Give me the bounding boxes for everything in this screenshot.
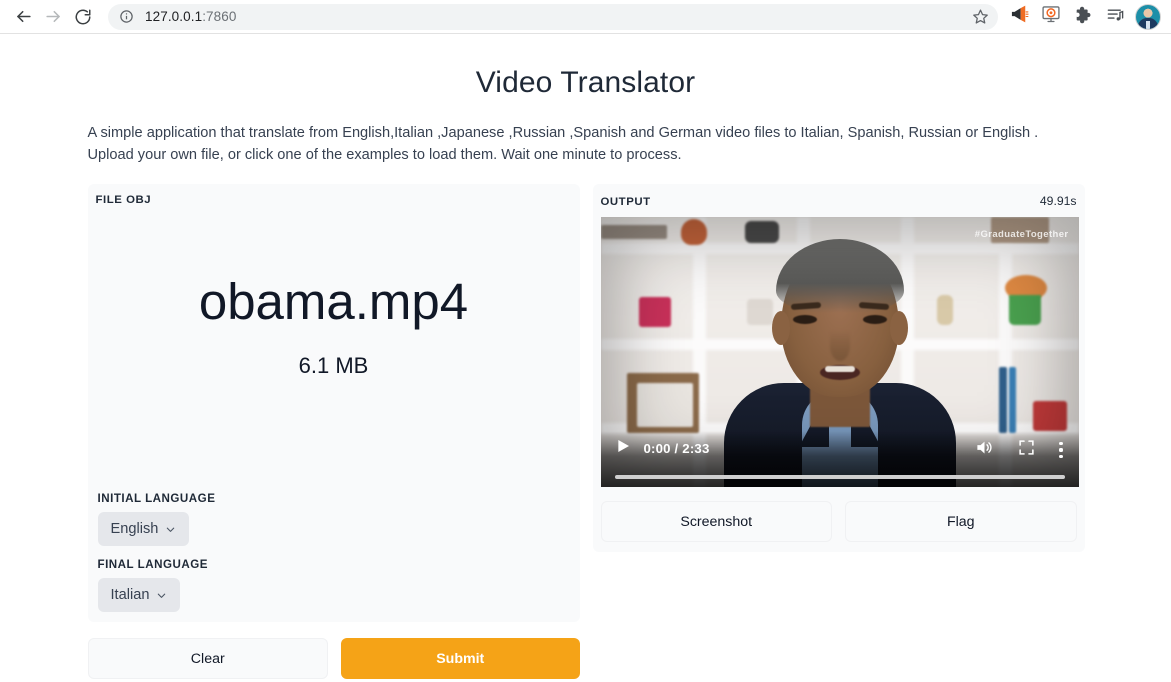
fullscreen-icon[interactable]: [1018, 439, 1035, 461]
address-bar[interactable]: 127.0.0.1:7860: [108, 3, 998, 30]
final-language-dropdown[interactable]: Italian: [97, 578, 181, 612]
back-arrow-icon: [14, 7, 33, 26]
megaphone-icon: [1009, 4, 1029, 29]
output-video-player[interactable]: #GraduateTogether 0:00 / 2:33: [600, 217, 1079, 487]
initial-language-value: English: [110, 521, 159, 537]
initial-language-label: INITIAL LANGUAGE: [97, 492, 216, 505]
app-container: Video Translator A simple application th…: [87, 66, 1085, 679]
reading-list-icon: [1106, 5, 1125, 29]
page-description: A simple application that translate from…: [87, 125, 1039, 163]
video-controls-bar: 0:00 / 2:33: [600, 431, 1079, 487]
profile-avatar[interactable]: [1135, 3, 1161, 30]
final-language-label: FINAL LANGUAGE: [97, 558, 208, 571]
reload-button[interactable]: [68, 2, 98, 32]
url-host: 127.0.0.1: [145, 9, 203, 24]
reload-icon: [74, 8, 92, 26]
site-info-icon[interactable]: [119, 9, 134, 24]
file-size: 6.1 MB: [298, 353, 369, 379]
video-controls-right: [975, 438, 1064, 462]
input-column: FILE OBJ obama.mp4 6.1 MB INITIAL LANGUA…: [87, 184, 580, 679]
chevron-down-icon: [165, 524, 176, 535]
output-panel: OUTPUT 49.91s #GraduateTogether 0:00 / 2…: [592, 184, 1085, 552]
output-button-row: Screenshot Flag: [600, 501, 1077, 542]
back-button[interactable]: [8, 2, 38, 32]
video-watermark: #GraduateTogether: [974, 229, 1069, 240]
flag-button[interactable]: Flag: [845, 501, 1077, 542]
file-panel-label: FILE OBJ: [95, 194, 152, 206]
extensions-button[interactable]: [1068, 2, 1098, 32]
video-seek-bar[interactable]: [614, 475, 1065, 479]
reading-list-button[interactable]: [1100, 2, 1130, 32]
submit-button[interactable]: Submit: [341, 638, 580, 679]
bookmark-star-icon[interactable]: [968, 5, 992, 29]
output-panel-label: OUTPUT: [600, 196, 651, 208]
browser-toolbar: 127.0.0.1:7860: [0, 0, 1171, 34]
url-port: :7860: [202, 9, 237, 24]
forward-arrow-icon: [44, 7, 63, 26]
file-upload-panel[interactable]: FILE OBJ obama.mp4 6.1 MB INITIAL LANGUA…: [87, 184, 580, 622]
monitor-recorder-icon: [1041, 4, 1061, 29]
address-bar-text: 127.0.0.1:7860: [145, 9, 237, 24]
megaphone-extension-button[interactable]: [1004, 2, 1034, 32]
recorder-extension-button[interactable]: [1036, 2, 1066, 32]
screenshot-button[interactable]: Screenshot: [600, 501, 832, 542]
volume-on-icon[interactable]: [975, 438, 994, 462]
clear-button[interactable]: Clear: [87, 638, 328, 679]
output-panel-header: OUTPUT 49.91s: [601, 194, 1077, 208]
forward-button[interactable]: [38, 2, 68, 32]
final-language-value: Italian: [110, 587, 150, 603]
extension-icons: [1004, 2, 1130, 32]
main-columns: FILE OBJ obama.mp4 6.1 MB INITIAL LANGUA…: [87, 184, 1085, 679]
video-time-display: 0:00 / 2:33: [643, 441, 710, 456]
play-icon[interactable]: [615, 438, 631, 459]
initial-language-dropdown[interactable]: English: [97, 512, 190, 546]
page-title: Video Translator: [475, 66, 696, 99]
initial-language-group: INITIAL LANGUAGE English: [96, 492, 572, 546]
file-preview: obama.mp4 6.1 MB: [96, 206, 572, 492]
kebab-menu-icon[interactable]: [1059, 442, 1063, 458]
output-column: OUTPUT 49.91s #GraduateTogether 0:00 / 2…: [592, 184, 1085, 552]
chevron-down-icon: [156, 590, 167, 601]
app-page: Video Translator A simple application th…: [0, 66, 1171, 682]
final-language-group: FINAL LANGUAGE Italian: [96, 558, 572, 612]
processing-duration-badge: 49.91s: [1039, 194, 1077, 208]
video-controls-left: 0:00 / 2:33: [615, 438, 710, 459]
file-name: obama.mp4: [198, 272, 469, 330]
action-button-row: Clear Submit: [87, 638, 580, 679]
puzzle-extensions-icon: [1074, 5, 1093, 29]
